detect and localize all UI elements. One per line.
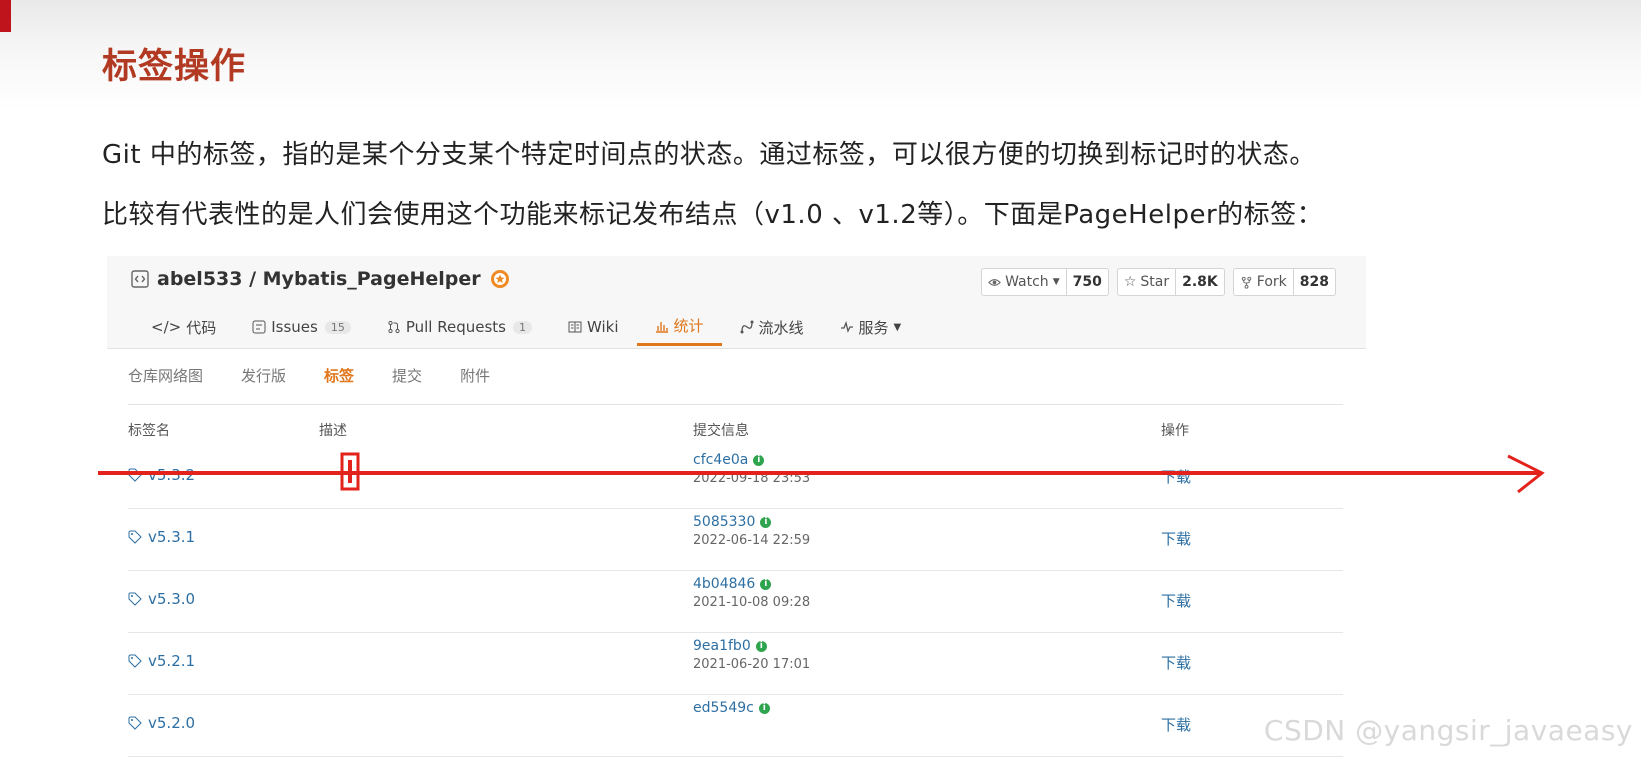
table-row: v5.2.1 9ea1fb0 i 2021-06-20 17:01 下载 <box>128 632 1343 695</box>
tag-name: v5.3.1 <box>148 528 196 546</box>
book-icon <box>568 321 582 333</box>
tab-pull-requests[interactable]: Pull Requests 1 <box>369 308 550 346</box>
slide-header-background <box>0 0 1641 110</box>
commit-info: 5085330 i 2022-06-14 22:59 <box>693 514 810 548</box>
tag-name: v5.3.0 <box>148 590 196 608</box>
watermark: CSDN @yangsir_javaeasy <box>1263 714 1633 747</box>
header-description: 描述 <box>319 423 347 439</box>
subtab-attachments[interactable]: 附件 <box>460 366 490 404</box>
commit-sha[interactable]: 5085330 <box>693 514 755 530</box>
commit-date: 2022-06-14 22:59 <box>693 533 811 548</box>
verified-icon: i <box>760 516 772 528</box>
commit-sha[interactable]: 9ea1fb0 <box>693 638 751 654</box>
table-row: v5.3.1 5085330 i 2022-06-14 22:59 下载 <box>128 508 1343 571</box>
tab-issues[interactable]: Issues 15 <box>234 308 369 346</box>
tab-wiki[interactable]: Wiki <box>550 308 637 346</box>
fork-button[interactable]: Fork 828 <box>1232 268 1336 296</box>
repo-title: abel533 / Mybatis_PageHelper <box>131 268 511 290</box>
tab-code[interactable]: </> 代码 <box>133 308 234 346</box>
star-count[interactable]: 2.8K <box>1176 274 1224 290</box>
corner-mark <box>0 0 11 32</box>
watch-button[interactable]: Watch ▼ 750 <box>981 268 1109 296</box>
sub-tabs: 仓库网络图 发行版 标签 提交 附件 <box>128 366 1343 405</box>
tag-icon <box>128 592 142 606</box>
chevron-down-icon: ▼ <box>1052 277 1060 287</box>
watch-label: Watch <box>1005 274 1049 290</box>
verified-icon: i <box>760 578 772 590</box>
repo-name[interactable]: abel533 / Mybatis_PageHelper <box>157 268 481 290</box>
repo-nav: </> 代码 Issues 15 Pull Requests 1 Wiki 统计… <box>133 308 919 348</box>
repo-header: abel533 / Mybatis_PageHelper Watch ▼ 750 <box>107 256 1366 349</box>
tag-icon <box>128 530 142 544</box>
fork-label: Fork <box>1256 274 1287 290</box>
gvp-badge-icon <box>490 270 509 288</box>
header-commit: 提交信息 <box>693 423 749 439</box>
gitee-tags-screenshot: abel533 / Mybatis_PageHelper Watch ▼ 750 <box>107 256 1366 763</box>
commit-info: ed5549c i <box>693 700 770 719</box>
subtab-commits[interactable]: 提交 <box>392 366 422 404</box>
tag-name: v5.2.0 <box>148 714 196 732</box>
tab-issues-label: Issues <box>271 318 318 336</box>
paragraph-2: 比较有代表性的是人们会使用这个功能来标记发布结点（v1.0 、v1.2等）。下面… <box>102 200 1324 230</box>
commit-date: 2021-10-08 09:28 <box>693 595 811 610</box>
download-link[interactable]: 下载 <box>1161 528 1191 549</box>
table-row: v5.2.0 ed5549c i 下载 <box>128 694 1343 757</box>
tab-services[interactable]: 服务 ▼ <box>822 308 920 346</box>
fork-count[interactable]: 828 <box>1294 274 1335 290</box>
tab-pull-requests-label: Pull Requests <box>405 318 506 336</box>
pulls-count-badge: 1 <box>512 320 532 334</box>
download-link[interactable]: 下载 <box>1161 590 1191 611</box>
bar-chart-icon <box>655 321 668 333</box>
tab-stats[interactable]: 统计 <box>636 308 722 346</box>
commit-sha[interactable]: 4b04846 <box>693 576 755 592</box>
subtab-network[interactable]: 仓库网络图 <box>128 366 203 404</box>
tag-name: v5.2.1 <box>148 652 196 670</box>
download-link[interactable]: 下载 <box>1161 652 1191 673</box>
tag-link[interactable]: v5.3.0 <box>128 590 195 608</box>
tag-icon <box>128 716 142 730</box>
commit-sha[interactable]: ed5549c <box>693 700 754 716</box>
fork-icon <box>1241 276 1252 289</box>
tab-wiki-label: Wiki <box>586 318 619 336</box>
tag-link[interactable]: v5.2.1 <box>128 652 195 670</box>
code-icon: </> <box>151 318 182 336</box>
subtab-tags[interactable]: 标签 <box>324 366 354 404</box>
tag-link[interactable]: v5.3.1 <box>128 528 195 546</box>
activity-icon <box>840 320 853 333</box>
tab-code-label: 代码 <box>186 318 217 337</box>
tab-stats-label: 统计 <box>673 317 704 335</box>
tag-link[interactable]: v5.2.0 <box>128 714 195 732</box>
table-row: v5.3.0 4b04846 i 2021-10-08 09:28 下载 <box>128 570 1343 633</box>
code-repo-icon <box>131 270 149 288</box>
verified-icon: i <box>755 640 767 652</box>
chevron-down-icon: ▼ <box>893 321 902 333</box>
pull-request-icon <box>388 320 400 334</box>
header-action: 操作 <box>1161 423 1189 439</box>
subtab-releases[interactable]: 发行版 <box>241 366 286 404</box>
eye-icon <box>988 278 1001 286</box>
watch-count[interactable]: 750 <box>1067 274 1108 290</box>
star-icon: ☆ <box>1123 274 1137 290</box>
pipeline-icon <box>740 320 754 334</box>
header-tag-name: 标签名 <box>128 423 170 439</box>
tab-pipeline-label: 流水线 <box>758 318 804 337</box>
slide-title: 标签操作 <box>102 47 247 87</box>
timeline-arrow-annotation <box>98 452 1545 494</box>
star-button[interactable]: ☆ Star 2.8K <box>1116 268 1225 296</box>
commit-date: 2021-06-20 17:01 <box>693 657 811 672</box>
verified-icon: i <box>758 702 770 714</box>
issues-count-badge: 15 <box>324 320 351 334</box>
download-link[interactable]: 下载 <box>1161 714 1191 735</box>
tab-services-label: 服务 <box>858 318 889 337</box>
commit-info: 4b04846 i 2021-10-08 09:28 <box>693 576 810 610</box>
issues-icon <box>252 320 266 334</box>
tab-pipeline[interactable]: 流水线 <box>722 308 822 346</box>
repo-stats: Watch ▼ 750 ☆ Star 2.8K Fork 828 <box>981 268 1336 296</box>
tag-icon <box>128 654 142 668</box>
paragraph-1: Git 中的标签，指的是某个分支某个特定时间点的状态。通过标签，可以很方便的切换… <box>102 140 1316 170</box>
star-label: Star <box>1140 274 1170 290</box>
commit-info: 9ea1fb0 i 2021-06-20 17:01 <box>693 638 810 672</box>
